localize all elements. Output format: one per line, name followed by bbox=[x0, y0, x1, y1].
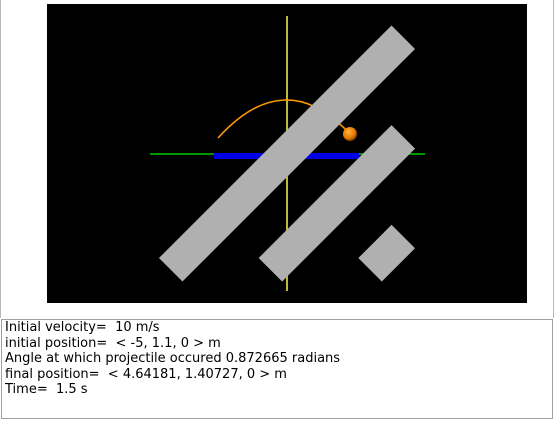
output-line-velocity: Initial velocity= 10 m/s bbox=[5, 320, 160, 335]
app-window: Initial velocity= 10 m/s initial positio… bbox=[0, 0, 554, 422]
3d-scene-canvas[interactable] bbox=[47, 4, 527, 303]
output-line-final-position: final position= < 4.64181, 1.40727, 0 > … bbox=[5, 366, 287, 382]
output-text-area[interactable]: Initial velocity= 10 m/s initial positio… bbox=[1, 319, 553, 419]
output-line-time: Time= 1.5 s bbox=[5, 382, 88, 397]
resize-grip-icon[interactable] bbox=[47, 4, 527, 303]
output-line-angle: Angle at which projectile occured 0.8726… bbox=[5, 351, 341, 366]
canvas-frame bbox=[0, 0, 554, 318]
output-line-initial-position: initial position= < -5, 1.1, 0 > m bbox=[5, 335, 221, 351]
